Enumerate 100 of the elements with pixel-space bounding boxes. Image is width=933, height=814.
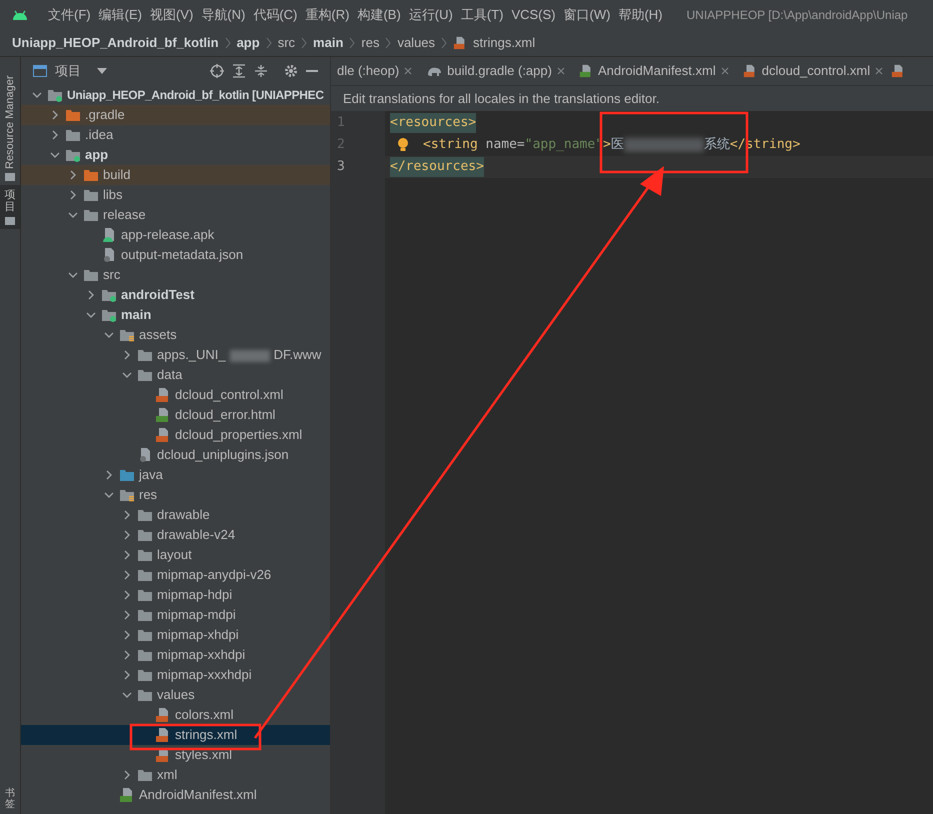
chevron-right-icon[interactable] — [104, 470, 114, 480]
tree-row[interactable]: res — [21, 485, 330, 505]
tree-row[interactable]: mipmap-anydpi-v26 — [21, 565, 330, 585]
tree-row[interactable]: libs — [21, 185, 330, 205]
tree-row[interactable]: dcloud_properties.xml — [21, 425, 330, 445]
tree-row[interactable]: mipmap-hdpi — [21, 585, 330, 605]
tree-row[interactable]: drawable — [21, 505, 330, 525]
menu-item[interactable]: 运行(U) — [408, 5, 453, 25]
android-logo-icon — [12, 9, 28, 21]
tree-row[interactable]: dcloud_uniplugins.json — [21, 445, 330, 465]
close-icon[interactable] — [875, 67, 884, 75]
chevron-right-icon[interactable] — [86, 290, 96, 300]
tree-row[interactable]: Uniapp_HEOP_Android_bf_kotlin [UNIAPPHEC — [21, 85, 330, 105]
editor-tab[interactable]: build.gradle (:app) — [420, 57, 573, 85]
menu-item[interactable]: VCS(S) — [511, 5, 556, 25]
breadcrumb-item[interactable]: res — [361, 33, 380, 53]
menu-item[interactable]: 编辑(E) — [98, 5, 142, 25]
menu-item[interactable]: 构建(B) — [357, 5, 401, 25]
menu-item[interactable]: 代码(C) — [253, 5, 298, 25]
editor-tab[interactable]: AndroidManifest.xml — [572, 57, 737, 85]
tree-row[interactable]: strings.xml — [21, 725, 330, 745]
editor-tab[interactable]: dle (:heop) — [331, 57, 420, 85]
dropdown-caret-icon[interactable] — [97, 68, 107, 74]
tree-row[interactable]: .gradle — [21, 105, 330, 125]
breadcrumb-item[interactable]: strings.xml — [473, 33, 536, 53]
expand-all-icon[interactable] — [232, 64, 246, 78]
html-file-icon — [155, 407, 171, 423]
chevron-down-icon[interactable] — [50, 150, 60, 160]
breadcrumb-item[interactable]: values — [397, 33, 436, 53]
chevron-down-icon[interactable] — [68, 210, 78, 220]
menu-item[interactable]: 窗口(W) — [564, 5, 610, 25]
tree-label: mipmap-xxhdpi — [157, 646, 246, 664]
tree-row[interactable]: release — [21, 205, 330, 225]
chevron-down-icon[interactable] — [122, 370, 132, 380]
tree-row[interactable]: mipmap-mdpi — [21, 605, 330, 625]
menu-item[interactable]: 工具(T) — [460, 5, 504, 25]
menu-item[interactable]: 文件(F) — [48, 5, 91, 25]
folder-icon — [83, 188, 99, 202]
tree-row[interactable]: apps._UNI_ DF.www — [21, 345, 330, 365]
menu-item[interactable]: 导航(N) — [201, 5, 246, 25]
tree-label: drawable — [157, 506, 210, 524]
breadcrumb-item[interactable]: app — [236, 33, 260, 53]
xml-file-icon — [891, 64, 906, 78]
tree-row[interactable]: mipmap-xxhdpi — [21, 645, 330, 665]
tree-row[interactable]: build — [21, 165, 330, 185]
tree-label: layout — [157, 546, 192, 564]
chevron-down-icon[interactable] — [122, 690, 132, 700]
tree-row[interactable]: dcloud_error.html — [21, 405, 330, 425]
breadcrumb-item[interactable]: src — [278, 33, 296, 53]
tree-row[interactable]: androidTest — [21, 285, 330, 305]
minimize-icon[interactable] — [306, 69, 318, 73]
tree-row[interactable]: app-release.apk — [21, 225, 330, 245]
settings-icon[interactable] — [284, 64, 298, 78]
tool-window-tab[interactable]: 书签 — [0, 784, 20, 814]
menu-item[interactable]: 重构(R) — [305, 5, 350, 25]
tool-window-tab[interactable]: 项目 — [0, 185, 20, 230]
locate-icon[interactable] — [210, 64, 224, 78]
separator-icon — [441, 37, 448, 49]
chevron-down-icon[interactable] — [104, 490, 114, 500]
tree-row[interactable]: AndroidManifest.xml — [21, 785, 330, 805]
tree-label: Uniapp_HEOP_Android_bf_kotlin [UNIAPPHEC — [67, 87, 324, 104]
tree-row[interactable]: java — [21, 465, 330, 485]
tree-row[interactable]: values — [21, 685, 330, 705]
tree-row[interactable]: drawable-v24 — [21, 525, 330, 545]
module-folder-icon — [101, 288, 117, 302]
tree-row[interactable]: app — [21, 145, 330, 165]
tree-row[interactable]: assets — [21, 325, 330, 345]
close-icon[interactable] — [720, 67, 729, 75]
tree-row[interactable]: xml — [21, 765, 330, 785]
breadcrumb-item[interactable]: main — [313, 33, 344, 53]
tree-row[interactable]: main — [21, 305, 330, 325]
tree-row[interactable]: .idea — [21, 125, 330, 145]
tree-label: mipmap-hdpi — [157, 586, 232, 604]
code-token: <resources> — [390, 113, 476, 133]
tool-window-tab[interactable]: Resource Manager — [0, 57, 20, 185]
close-icon[interactable] — [404, 67, 412, 75]
tree-row[interactable]: src — [21, 265, 330, 285]
chevron-right-icon[interactable] — [122, 770, 132, 780]
tree-row[interactable]: mipmap-xxxhdpi — [21, 665, 330, 685]
close-icon[interactable] — [556, 67, 565, 75]
manifest-file-icon — [119, 787, 135, 803]
chevron-right-icon[interactable] — [122, 350, 132, 360]
lightbulb-icon[interactable] — [397, 137, 409, 153]
tree-row[interactable]: dcloud_control.xml — [21, 385, 330, 405]
editor-tab[interactable]: dcloud_control.xml — [736, 57, 892, 85]
chevron-down-icon[interactable] — [68, 270, 78, 280]
tree-row[interactable]: mipmap-xhdpi — [21, 625, 330, 645]
panel-title[interactable]: 项目 — [55, 61, 81, 81]
menu-item[interactable]: 帮助(H) — [618, 5, 662, 25]
module-folder-icon — [47, 88, 63, 102]
tree-row[interactable]: styles.xml — [21, 745, 330, 765]
collapse-all-icon[interactable] — [254, 64, 268, 78]
chevron-down-icon[interactable] — [32, 90, 42, 100]
tree-row[interactable]: layout — [21, 545, 330, 565]
menu-item[interactable]: 视图(V) — [150, 5, 194, 25]
tree-row[interactable]: output-metadata.json — [21, 245, 330, 265]
tree-row[interactable]: colors.xml — [21, 705, 330, 725]
tree-label: dcloud_error.html — [175, 406, 276, 424]
tree-row[interactable]: data — [21, 365, 330, 385]
breadcrumb-item[interactable]: Uniapp_HEOP_Android_bf_kotlin — [12, 33, 219, 53]
